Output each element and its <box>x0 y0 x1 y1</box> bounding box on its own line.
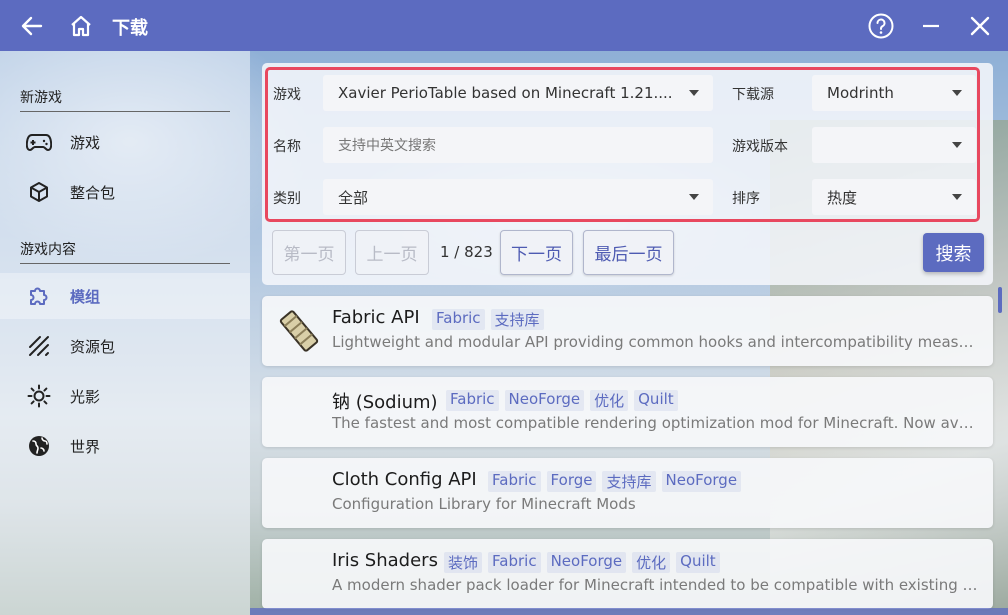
fabric-api-icon <box>276 308 322 354</box>
minimize-icon[interactable] <box>905 0 956 51</box>
result-card[interactable]: Cloth Config API Fabric Forge 支持库 NeoFor… <box>262 458 993 528</box>
result-tags: Fabric NeoForge 优化 Quilt <box>446 390 678 411</box>
search-button[interactable]: 搜索 <box>923 233 984 272</box>
result-card[interactable]: Fabric API Fabric 支持库 Lightweight and mo… <box>262 296 993 366</box>
first-page-button[interactable]: 第一页 <box>272 230 346 275</box>
sidebar-item-label: 整合包 <box>70 183 116 202</box>
result-tag: 支持库 <box>490 309 544 330</box>
section-title-game-content: 游戏内容 <box>20 239 230 264</box>
sidebar-item-mods[interactable]: 模组 <box>0 273 250 319</box>
section-title-new-game: 新游戏 <box>20 87 230 112</box>
result-tag: 优化 <box>632 552 671 573</box>
sidebar-item-label: 世界 <box>70 437 101 456</box>
sidebar-item-label: 游戏 <box>70 133 101 152</box>
last-page-button[interactable]: 最后一页 <box>583 230 674 275</box>
sun-icon <box>26 383 52 409</box>
sidebar-item-game[interactable]: 游戏 <box>0 119 250 165</box>
gamepad-icon <box>26 129 52 155</box>
result-tag: Quilt <box>634 390 678 411</box>
sidebar: 新游戏 游戏 整合包 游戏内容 模组 资源包 光影 世界 <box>0 51 250 615</box>
sidebar-item-label: 模组 <box>70 287 101 306</box>
result-description: A modern shader pack loader for Minecraf… <box>332 576 982 594</box>
next-page-button[interactable]: 下一页 <box>500 230 573 275</box>
result-tag: Forge <box>546 471 597 492</box>
bottom-accent-strip <box>250 608 1008 615</box>
result-tags: Fabric Forge 支持库 NeoForge <box>488 471 742 492</box>
result-description: Configuration Library for Minecraft Mods <box>332 495 636 513</box>
result-name: Iris Shaders <box>332 550 438 571</box>
result-tag: 装饰 <box>444 552 483 573</box>
result-tag: NeoForge <box>661 471 742 492</box>
sidebar-item-label: 资源包 <box>70 337 116 356</box>
globe-icon <box>26 433 52 459</box>
result-tag: Fabric <box>446 390 499 411</box>
result-description: The fastest and most compatible renderin… <box>332 414 982 432</box>
sidebar-item-resourcepacks[interactable]: 资源包 <box>0 323 250 369</box>
results-scrollbar[interactable] <box>998 287 1002 313</box>
result-tag: Fabric <box>432 309 485 330</box>
sidebar-item-worlds[interactable]: 世界 <box>0 423 250 469</box>
result-card[interactable]: Iris Shaders 装饰 Fabric NeoForge 优化 Quilt… <box>262 539 993 609</box>
result-tag: NeoForge <box>546 552 627 573</box>
back-arrow-icon[interactable] <box>6 0 57 51</box>
page-title: 下载 <box>112 18 148 39</box>
result-name: Fabric API <box>332 307 420 328</box>
prev-page-button[interactable]: 上一页 <box>355 230 429 275</box>
close-icon[interactable] <box>954 0 1005 51</box>
result-tag: Fabric <box>488 552 541 573</box>
puzzle-icon <box>26 283 52 309</box>
result-tag: 支持库 <box>602 471 656 492</box>
result-tag: 优化 <box>590 390 629 411</box>
highlight-frame <box>265 67 980 222</box>
title-bar: 下载 <box>0 0 1008 51</box>
package-icon <box>26 179 52 205</box>
result-description: Lightweight and modular API providing co… <box>332 333 982 351</box>
help-icon[interactable] <box>855 0 906 51</box>
sidebar-item-shaders[interactable]: 光影 <box>0 373 250 419</box>
result-name: 钠 (Sodium) <box>332 392 438 413</box>
sidebar-item-label: 光影 <box>70 387 101 406</box>
result-name: Cloth Config API <box>332 469 477 490</box>
result-card[interactable]: 钠 (Sodium) Fabric NeoForge 优化 Quilt The … <box>262 377 993 447</box>
home-icon[interactable] <box>55 0 106 51</box>
texture-icon <box>26 333 52 359</box>
result-tags: Fabric 支持库 <box>432 309 544 330</box>
result-tag: NeoForge <box>504 390 585 411</box>
page-indicator: 1 / 823 <box>440 243 493 261</box>
result-tag: Quilt <box>676 552 720 573</box>
result-tag: Fabric <box>488 471 541 492</box>
result-tags: 装饰 Fabric NeoForge 优化 Quilt <box>444 552 720 573</box>
sidebar-item-modpack[interactable]: 整合包 <box>0 169 250 215</box>
